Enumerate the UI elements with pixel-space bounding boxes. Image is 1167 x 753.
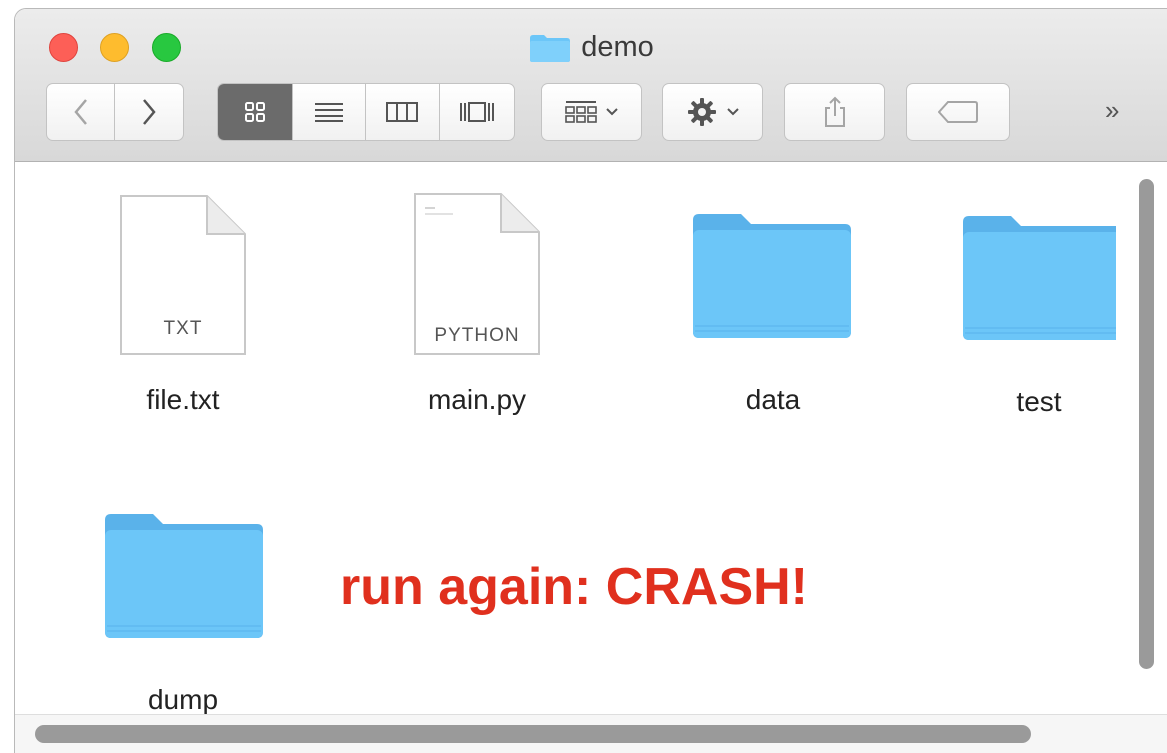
folder-item[interactable] — [691, 212, 853, 345]
share-button[interactable] — [784, 83, 885, 141]
folder-icon — [963, 216, 1116, 340]
more-toolbar-button[interactable]: » — [1105, 95, 1119, 126]
view-mode-group — [217, 83, 515, 141]
chevron-left-icon — [73, 99, 87, 125]
forward-button[interactable] — [115, 84, 183, 140]
column-view-icon — [386, 102, 419, 122]
folder-item[interactable] — [103, 512, 265, 645]
folder-name-label: data — [745, 384, 801, 415]
tag-button[interactable] — [906, 83, 1010, 141]
folder-icon — [693, 214, 851, 338]
crash-annotation: run again: CRASH! — [340, 558, 808, 616]
back-button[interactable] — [47, 84, 115, 140]
column-view-button[interactable] — [366, 84, 440, 140]
chevron-down-icon — [605, 108, 618, 116]
file-type-badge: TXT — [163, 318, 203, 339]
icon-view-content: TXT file.txt PYTHON main.py data test du… — [15, 162, 1167, 722]
chevron-down-icon — [726, 108, 739, 116]
list-view-icon — [314, 103, 343, 122]
file-name-label: main.py — [427, 384, 527, 415]
folder-item[interactable] — [961, 214, 1116, 344]
share-icon — [824, 96, 845, 127]
folder-icon — [529, 33, 571, 63]
icon-view-icon — [244, 102, 265, 122]
tag-icon — [938, 101, 978, 123]
window-title-text: demo — [581, 31, 654, 63]
vertical-scrollbar[interactable] — [1139, 179, 1154, 669]
list-view-button[interactable] — [293, 84, 366, 140]
folder-icon — [105, 514, 263, 638]
chevron-right-icon — [143, 99, 156, 125]
horizontal-scrollbar-track — [15, 714, 1167, 753]
gear-icon — [687, 98, 716, 126]
back-forward-group — [46, 83, 184, 141]
folder-name-label: dump — [147, 684, 219, 715]
file-type-badge: PYTHON — [434, 325, 520, 346]
action-button[interactable] — [662, 83, 763, 141]
arrange-grid-icon — [564, 101, 597, 123]
window-title: demo — [15, 31, 1167, 71]
arrange-button[interactable] — [541, 83, 642, 141]
folder-name-label: test — [1016, 386, 1062, 417]
titlebar: demo » — [15, 9, 1167, 162]
horizontal-scrollbar[interactable] — [35, 725, 1031, 743]
cover-flow-view-button[interactable] — [440, 84, 514, 140]
icon-view-button[interactable] — [218, 84, 293, 140]
file-name-label: file.txt — [146, 384, 220, 415]
finder-window: demo » TXT file.txt PYTHON main.py data … — [14, 8, 1167, 753]
cover-flow-view-icon — [459, 102, 494, 122]
